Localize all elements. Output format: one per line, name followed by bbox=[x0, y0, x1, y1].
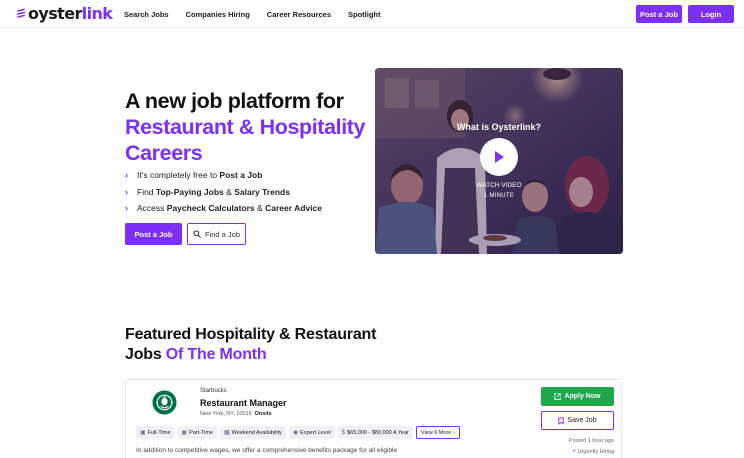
job-description: In addition to competitive wages, we off… bbox=[136, 447, 398, 454]
play-icon bbox=[495, 151, 504, 163]
chevron-right-icon: › bbox=[125, 170, 128, 181]
chevron-right-icon: › bbox=[125, 186, 128, 197]
briefcase-icon: ▣ bbox=[140, 430, 146, 436]
find-job-label: Find a Job bbox=[204, 229, 241, 239]
site-header: oysterlink Search Jobs Companies Hiring … bbox=[0, 0, 744, 28]
oysterlink-logo[interactable]: oysterlink bbox=[16, 4, 113, 23]
featured-title-line1: Featured Hospitality & Restaurant bbox=[125, 326, 377, 343]
apply-now-button[interactable]: Apply Now bbox=[541, 387, 614, 406]
nav-spotlight[interactable]: Spotlight bbox=[348, 10, 381, 19]
tag-full-time: ▣ Full-Time bbox=[136, 426, 175, 439]
logo-text-accent: link bbox=[81, 4, 113, 23]
briefcase-icon: ▣ bbox=[181, 430, 188, 436]
lightning-icon: ⚡ bbox=[572, 449, 577, 455]
nav-career-resources[interactable]: Career Resources bbox=[267, 10, 331, 19]
benefit-item: › It's completely free to Post a Job bbox=[125, 170, 263, 181]
watch-video-label: WATCH VIDEO bbox=[476, 182, 522, 189]
tag-weekend-availability: ▦ Weekend Availability bbox=[220, 426, 286, 439]
job-tags: ▣ Full-Time ▣ Part-Time ▦ Weekend Availa… bbox=[136, 426, 461, 439]
work-type: Onsite bbox=[254, 411, 272, 417]
chevron-right-icon: › bbox=[125, 203, 128, 214]
video-title: What is Oysterlink? bbox=[456, 122, 542, 132]
nav-search-jobs[interactable]: Search Jobs bbox=[124, 10, 169, 19]
hero-title: A new job platform for Restaurant & Hosp… bbox=[125, 88, 370, 166]
logo-text-main: oyster bbox=[28, 4, 82, 23]
external-link-icon bbox=[554, 393, 562, 400]
logo-mark-icon bbox=[16, 8, 26, 18]
tag-part-time: ▣ Part-Time bbox=[177, 426, 217, 439]
money-icon: $ bbox=[341, 429, 346, 436]
benefit-item: › Find Top-Paying Jobs & Salary Trends bbox=[125, 186, 290, 197]
hero-title-accent: Restaurant & Hospitality Careers bbox=[125, 115, 366, 165]
chevron-right-icon: › bbox=[453, 429, 456, 436]
posted-time: Posted 1 hour ago bbox=[569, 438, 614, 444]
hero-post-job-button[interactable]: Post a Job bbox=[125, 223, 182, 245]
search-icon bbox=[193, 230, 201, 238]
save-job-button[interactable]: Save Job bbox=[541, 411, 614, 430]
view-more-tags-button[interactable]: View 6 More › bbox=[415, 426, 461, 439]
video-duration: 1 MINUTE bbox=[483, 193, 515, 199]
hero-benefits-list: › It's completely free to Post a Job › F… bbox=[125, 167, 322, 217]
play-button[interactable] bbox=[480, 138, 518, 176]
tag-salary: $ $65,000 - $80,000 A Year bbox=[337, 426, 413, 439]
hero-title-line1: A new job platform for bbox=[125, 89, 344, 113]
featured-jobs-title: Featured Hospitality & Restaurant Jobs O… bbox=[125, 325, 425, 365]
job-card[interactable]: Starbucks Restaurant Manager New York, N… bbox=[125, 379, 622, 458]
featured-title-line2: Jobs bbox=[125, 346, 166, 363]
bookmark-icon bbox=[558, 417, 565, 425]
job-location: New York, NY, 10019 Onsite bbox=[200, 411, 272, 417]
benefit-item: › Access Paycheck Calculators & Career A… bbox=[125, 203, 322, 214]
featured-title-accent: Of The Month bbox=[165, 346, 267, 363]
calendar-icon: ▦ bbox=[224, 430, 230, 436]
header-post-job-button[interactable]: Post a Job bbox=[636, 5, 682, 23]
company-name[interactable]: Starbucks bbox=[200, 388, 227, 394]
job-title[interactable]: Restaurant Manager bbox=[200, 398, 287, 408]
intro-video[interactable]: What is Oysterlink? WATCH VIDEO 1 MINUTE bbox=[375, 68, 623, 254]
urgently-hiring-badge: ⚡ Urgently Hiring bbox=[572, 449, 614, 455]
nav-companies-hiring[interactable]: Companies Hiring bbox=[186, 10, 250, 19]
main-nav: Search Jobs Companies Hiring Career Reso… bbox=[124, 10, 381, 19]
hero-find-job-button[interactable]: Find a Job bbox=[187, 223, 246, 245]
tag-expert-level: ◉ Expert Level bbox=[288, 426, 335, 439]
login-button[interactable]: Login bbox=[688, 5, 734, 23]
starbucks-logo bbox=[152, 390, 177, 415]
pin-icon: ◉ bbox=[292, 430, 299, 436]
